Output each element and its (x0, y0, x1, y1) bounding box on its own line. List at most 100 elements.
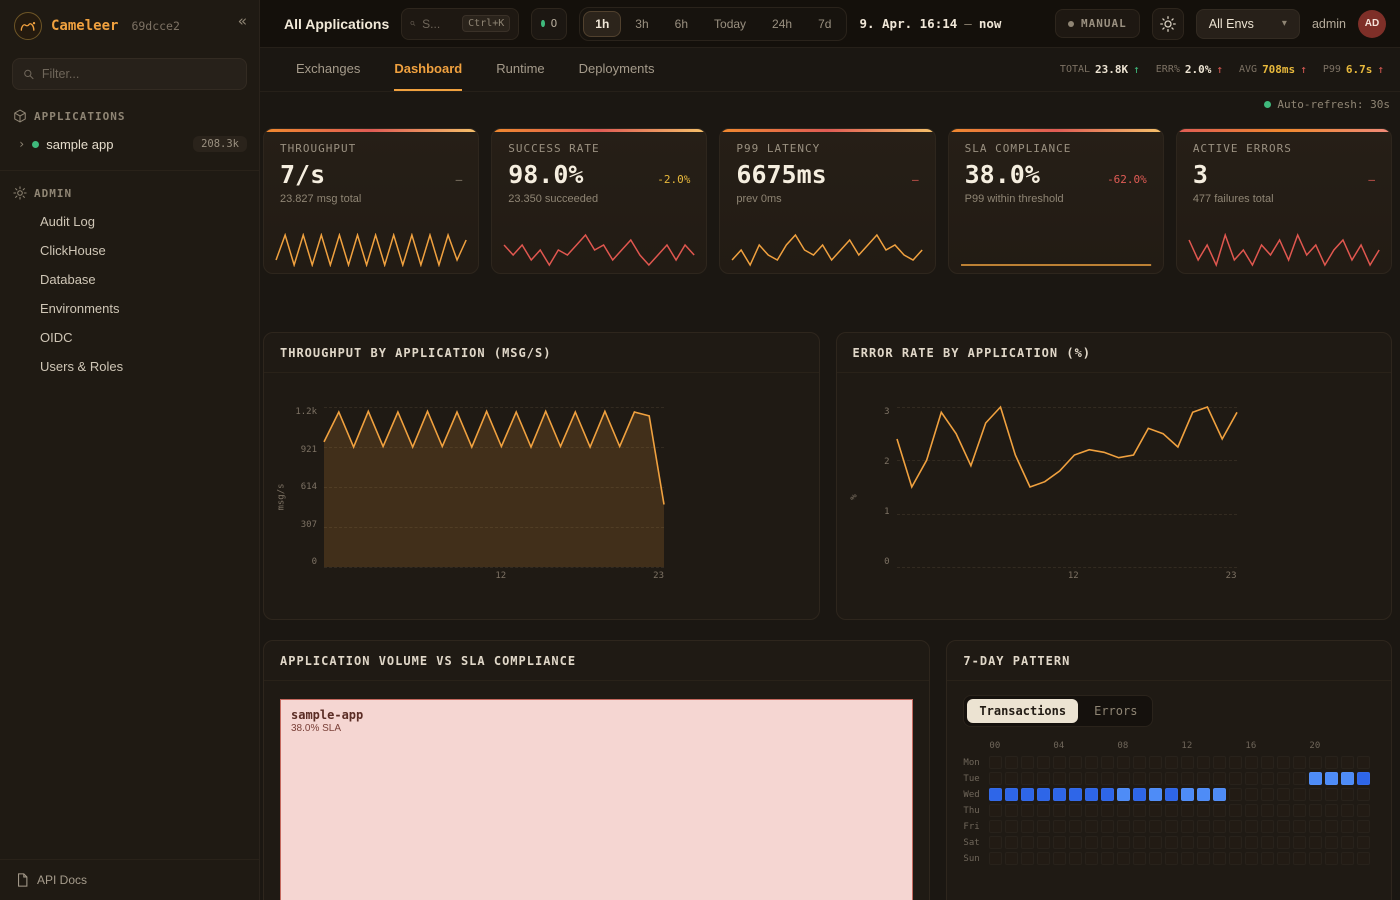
heatmap-cell[interactable] (989, 788, 1002, 801)
heatmap-cell[interactable] (1181, 756, 1194, 769)
heatmap-cell[interactable] (1309, 820, 1322, 833)
heatmap-cell[interactable] (1261, 788, 1274, 801)
heatmap-cell[interactable] (989, 772, 1002, 785)
heatmap-cell[interactable] (1213, 852, 1226, 865)
heatmap-cell[interactable] (1069, 756, 1082, 769)
heatmap-cell[interactable] (1197, 836, 1210, 849)
theme-toggle-button[interactable] (1152, 8, 1184, 40)
heatmap-cell[interactable] (1101, 836, 1114, 849)
heatmap-cell[interactable] (1357, 756, 1370, 769)
heatmap-cell[interactable] (1309, 804, 1322, 817)
heatmap-cell[interactable] (1037, 852, 1050, 865)
heatmap-cell[interactable] (1325, 788, 1338, 801)
heatmap-cell[interactable] (1005, 804, 1018, 817)
heatmap-cell[interactable] (1117, 852, 1130, 865)
sidebar-item-clickhouse[interactable]: ClickHouse (0, 236, 259, 265)
heatmap-cell[interactable] (1117, 804, 1130, 817)
heatmap-cell[interactable] (1069, 772, 1082, 785)
heatmap-cell[interactable] (1293, 772, 1306, 785)
heatmap-cell[interactable] (1229, 756, 1242, 769)
heatmap-cell[interactable] (1245, 820, 1258, 833)
heatmap-cell[interactable] (1309, 788, 1322, 801)
heatmap-cell[interactable] (1261, 756, 1274, 769)
heatmap-cell[interactable] (1229, 836, 1242, 849)
heatmap-cell[interactable] (1053, 804, 1066, 817)
heatmap-cell[interactable] (1053, 852, 1066, 865)
sidebar-item-audit-log[interactable]: Audit Log (0, 207, 259, 236)
sidebar-item-sample-app[interactable]: › sample app 208.3k (0, 130, 259, 158)
heatmap-cell[interactable] (1293, 820, 1306, 833)
range-button-6h[interactable]: 6h (663, 11, 700, 37)
heatmap-cell[interactable] (1357, 820, 1370, 833)
heatmap-cell[interactable] (1357, 788, 1370, 801)
heatmap-cell[interactable] (1069, 804, 1082, 817)
heatmap-cell[interactable] (1069, 820, 1082, 833)
treemap-node-sample-app[interactable]: sample-app 38.0% SLA (280, 699, 913, 900)
search-input[interactable] (422, 17, 456, 31)
tab-transactions[interactable]: Transactions (967, 699, 1078, 723)
heatmap-cell[interactable] (1005, 756, 1018, 769)
heatmap-cell[interactable] (1053, 772, 1066, 785)
sidebar-collapse-button[interactable]: « (238, 12, 247, 30)
filter-input[interactable] (42, 67, 236, 81)
heatmap-cell[interactable] (1149, 772, 1162, 785)
heatmap-cell[interactable] (1181, 788, 1194, 801)
heatmap-cell[interactable] (1101, 788, 1114, 801)
heatmap-cell[interactable] (1069, 836, 1082, 849)
heatmap-cell[interactable] (1117, 788, 1130, 801)
heatmap-cell[interactable] (1325, 756, 1338, 769)
sidebar-item-users-roles[interactable]: Users & Roles (0, 352, 259, 381)
heatmap-cell[interactable] (1117, 836, 1130, 849)
live-status-toggle[interactable]: O (531, 8, 567, 40)
heatmap-cell[interactable] (1293, 804, 1306, 817)
heatmap-cell[interactable] (1357, 772, 1370, 785)
heatmap-cell[interactable] (1037, 804, 1050, 817)
heatmap-cell[interactable] (1165, 788, 1178, 801)
heatmap-cell[interactable] (1229, 852, 1242, 865)
chevron-right-icon[interactable]: › (18, 137, 25, 151)
heatmap-cell[interactable] (1213, 772, 1226, 785)
heatmap-cell[interactable] (1261, 772, 1274, 785)
tab-dashboard[interactable]: Dashboard (394, 48, 462, 91)
heatmap-cell[interactable] (1325, 772, 1338, 785)
sidebar-item-environments[interactable]: Environments (0, 294, 259, 323)
heatmap-cell[interactable] (1037, 820, 1050, 833)
heatmap-cell[interactable] (989, 836, 1002, 849)
heatmap-cell[interactable] (1181, 804, 1194, 817)
heatmap-cell[interactable] (1085, 756, 1098, 769)
heatmap-cell[interactable] (1325, 820, 1338, 833)
heatmap-cell[interactable] (1277, 836, 1290, 849)
heatmap-cell[interactable] (1245, 804, 1258, 817)
heatmap-cell[interactable] (1357, 836, 1370, 849)
heatmap-cell[interactable] (1021, 772, 1034, 785)
heatmap-cell[interactable] (1293, 852, 1306, 865)
heatmap-cell[interactable] (1133, 772, 1146, 785)
heatmap-cell[interactable] (1245, 772, 1258, 785)
heatmap-cell[interactable] (1053, 836, 1066, 849)
heatmap-cell[interactable] (1293, 836, 1306, 849)
heatmap-cell[interactable] (1165, 852, 1178, 865)
heatmap-cell[interactable] (1341, 852, 1354, 865)
range-button-3h[interactable]: 3h (623, 11, 660, 37)
heatmap-cell[interactable] (1053, 756, 1066, 769)
sidebar-item-oidc[interactable]: OIDC (0, 323, 259, 352)
heatmap-cell[interactable] (1341, 788, 1354, 801)
heatmap-cell[interactable] (1341, 756, 1354, 769)
heatmap-cell[interactable] (1277, 772, 1290, 785)
range-button-24h[interactable]: 24h (760, 11, 804, 37)
heatmap-cell[interactable] (1117, 820, 1130, 833)
heatmap-cell[interactable] (1053, 788, 1066, 801)
heatmap-cell[interactable] (1261, 836, 1274, 849)
heatmap-cell[interactable] (1133, 852, 1146, 865)
heatmap-cell[interactable] (1021, 788, 1034, 801)
heatmap-cell[interactable] (989, 756, 1002, 769)
heatmap-cell[interactable] (1309, 836, 1322, 849)
heatmap-cell[interactable] (1149, 788, 1162, 801)
heatmap-cell[interactable] (1069, 788, 1082, 801)
heatmap-cell[interactable] (1149, 804, 1162, 817)
heatmap-cell[interactable] (1149, 836, 1162, 849)
api-docs-link[interactable]: API Docs (0, 859, 259, 900)
heatmap-cell[interactable] (1085, 820, 1098, 833)
heatmap-cell[interactable] (1309, 756, 1322, 769)
heatmap-cell[interactable] (1341, 820, 1354, 833)
